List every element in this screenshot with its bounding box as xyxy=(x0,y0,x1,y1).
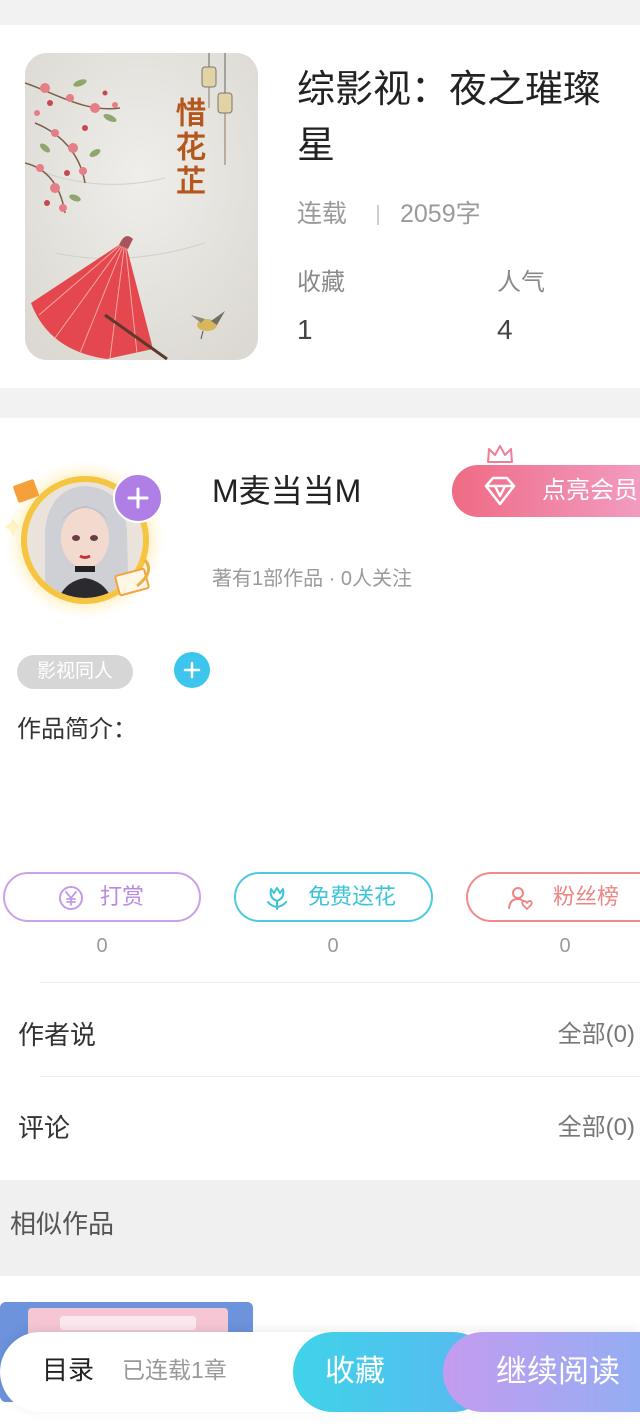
meta-divider xyxy=(377,205,379,225)
fan-count: 0 xyxy=(559,935,571,957)
book-cover[interactable]: 惜花芷 xyxy=(25,53,258,360)
book-title: 综影视：夜之璀璨星 xyxy=(297,69,602,167)
continue-reading-button[interactable]: 继续阅读 xyxy=(443,1332,640,1412)
serial-status: 连载 xyxy=(297,200,348,228)
tip-count: 0 xyxy=(96,935,108,957)
plus-icon xyxy=(183,661,201,679)
favorites-label: 收藏 xyxy=(297,269,345,296)
similar-works-header: 相似作品 xyxy=(0,1180,640,1276)
chapter-progress: 已连载1章 xyxy=(122,1357,227,1383)
fan-ranking-button[interactable]: 粉丝榜 xyxy=(466,872,640,922)
favorites-value: 1 xyxy=(297,314,313,345)
flower-icon xyxy=(267,887,287,910)
comments-all-link[interactable]: 全部(0) xyxy=(558,1109,635,1147)
author-name[interactable]: M麦当当M xyxy=(212,470,361,512)
divider xyxy=(40,1076,640,1077)
yuan-coin-icon xyxy=(59,886,83,910)
popularity-label: 人气 xyxy=(497,269,545,296)
diamond-icon xyxy=(484,476,516,506)
author-notes-title: 作者说 xyxy=(18,1020,97,1050)
free-flower-label: 免费送花 xyxy=(308,884,397,909)
synopsis-label: 作品简介： xyxy=(17,716,137,743)
plus-icon xyxy=(127,487,149,509)
comments-title: 评论 xyxy=(18,1113,71,1143)
genre-tag[interactable]: 影视同人 xyxy=(17,655,133,689)
author-meta: 著有1部作品 · 0人关注 xyxy=(212,568,413,590)
bottom-action-bar: 目录 已连载1章 收藏 继续阅读 xyxy=(0,1332,640,1412)
similar-works-title: 相似作品 xyxy=(10,1209,115,1239)
tip-label: 打赏 xyxy=(100,884,145,909)
vip-button-label: 点亮会员 xyxy=(542,477,638,504)
cover-calligraphy: 惜花芷 xyxy=(170,97,205,199)
crown-icon xyxy=(487,445,513,463)
fan-rank-icon xyxy=(508,887,533,910)
book-detail-page: 惜花芷 综影视：夜之璀璨星 连载 2059字 收藏 1 人气 4 M麦当当M 著… xyxy=(0,0,640,1424)
catalog-button[interactable]: 目录 xyxy=(42,1352,94,1388)
follow-author-button[interactable] xyxy=(113,473,163,523)
popularity-value: 4 xyxy=(497,314,513,345)
fan-ranking-label: 粉丝榜 xyxy=(553,884,620,909)
activate-vip-button[interactable]: 点亮会员 xyxy=(452,465,640,517)
word-count: 2059字 xyxy=(400,200,481,228)
flower-count: 0 xyxy=(327,935,339,957)
author-notes-all-link[interactable]: 全部(0) xyxy=(558,1016,635,1054)
divider xyxy=(40,982,640,983)
tip-button[interactable]: 打赏 xyxy=(3,872,201,922)
add-tag-button[interactable] xyxy=(174,652,210,688)
cover-illustration xyxy=(25,53,258,360)
free-flower-button[interactable]: 免费送花 xyxy=(234,872,433,922)
